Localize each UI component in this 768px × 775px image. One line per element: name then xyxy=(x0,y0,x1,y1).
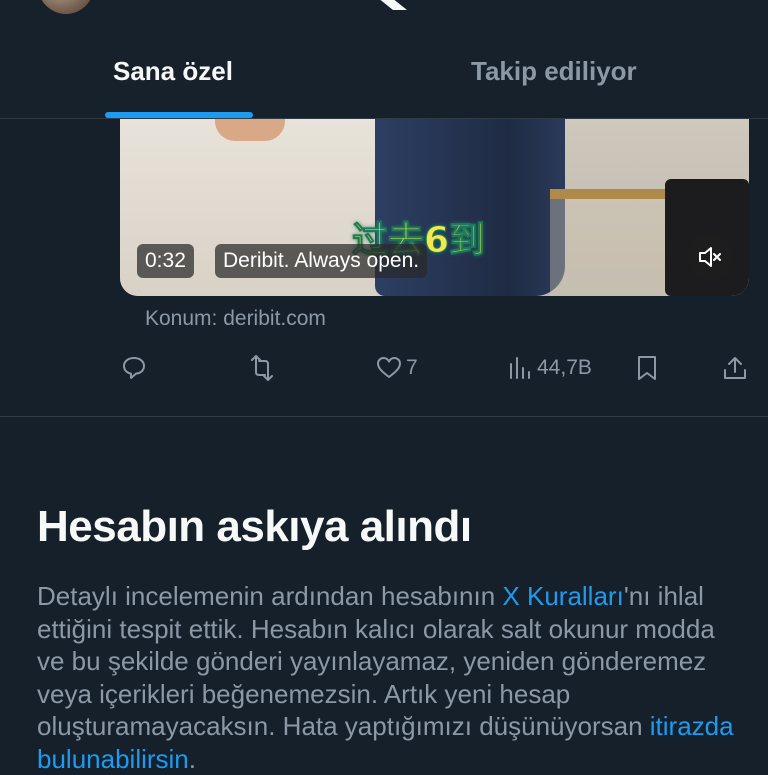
reply-icon xyxy=(123,357,145,379)
like-button[interactable]: 7 xyxy=(376,352,418,384)
tab-following[interactable]: Takip ediliyor xyxy=(471,56,637,87)
share-icon xyxy=(724,357,746,379)
bookmark-icon xyxy=(638,356,656,380)
bookmark-button[interactable] xyxy=(636,352,658,384)
like-count: 7 xyxy=(406,356,418,379)
x-logo-icon[interactable] xyxy=(357,0,413,10)
share-button[interactable] xyxy=(722,352,748,384)
post-divider xyxy=(0,416,768,417)
post-video[interactable]: 过去6到 0:32 Deribit. Always open. xyxy=(120,119,749,296)
sponsor-label: Deribit. Always open. xyxy=(215,244,428,278)
mute-button[interactable] xyxy=(687,234,733,280)
x-rules-link[interactable]: X Kuralları xyxy=(502,581,623,611)
suspension-message: Detaylı incelemenin ardından hesabının X… xyxy=(37,580,737,775)
repost-button[interactable] xyxy=(247,352,277,384)
views-button[interactable]: 44,7B xyxy=(507,352,592,384)
top-navigation-bar: Sana özel Takip ediliyor xyxy=(0,0,768,118)
heart-icon xyxy=(377,357,401,378)
suspension-title: Hesabın askıya alındı xyxy=(37,502,472,551)
message-text-part: . xyxy=(188,743,196,774)
video-duration-badge: 0:32 xyxy=(137,244,194,278)
reply-button[interactable] xyxy=(121,352,147,384)
views-chart-icon xyxy=(510,357,530,379)
video-scene-hand xyxy=(215,119,285,141)
volume-muted-icon xyxy=(699,247,721,267)
tab-for-you[interactable]: Sana özel xyxy=(113,56,233,87)
repost-icon xyxy=(251,355,273,381)
profile-avatar[interactable] xyxy=(38,0,94,14)
views-count: 44,7B xyxy=(537,356,592,379)
ad-location-text[interactable]: Konum: deribit.com xyxy=(145,307,326,331)
message-text-part: Detaylı incelemenin ardından hesabının xyxy=(37,581,503,611)
